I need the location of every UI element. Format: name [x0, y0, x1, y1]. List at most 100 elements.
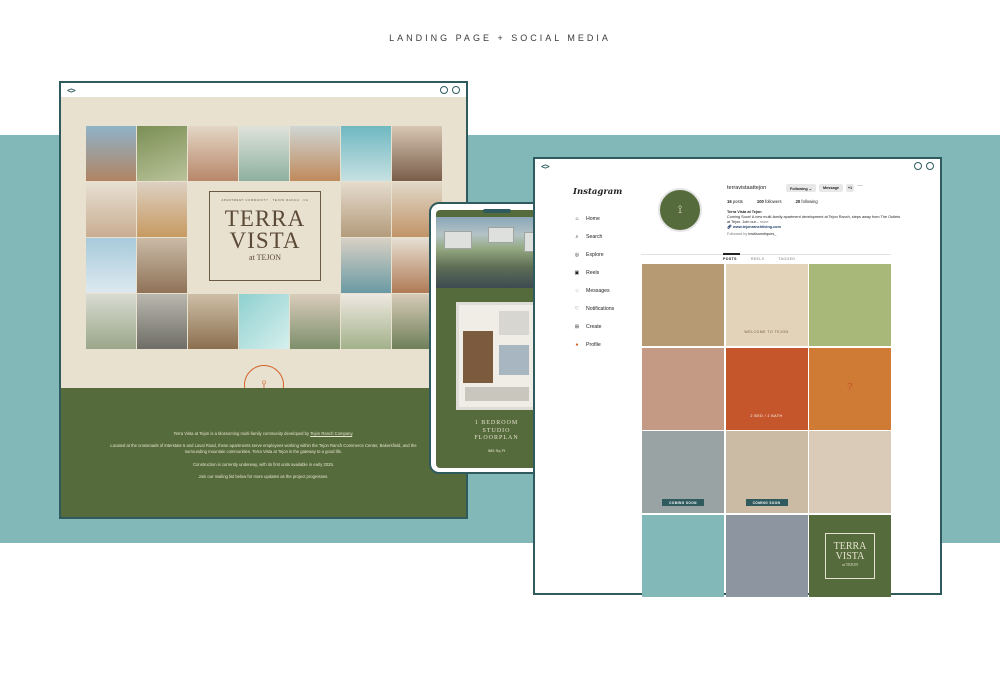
following-button[interactable]: Following ⌄	[786, 184, 816, 192]
post-tile-tree-graphic-tile[interactable]: COMING SOON	[725, 431, 808, 513]
post-tile-site-aerial-photo[interactable]: COMING SOON	[642, 431, 724, 513]
landing-page-browser: <> APARTMENT COMMUNITY · TEJON RANCH · C…	[59, 81, 468, 519]
nav-label: Messages	[586, 288, 610, 294]
post-tile-map-tile[interactable]	[809, 264, 891, 346]
collage-photo	[341, 294, 391, 349]
collage-photo	[341, 238, 391, 293]
plus-icon: ⊞	[574, 324, 580, 330]
floorplan-room	[499, 345, 529, 375]
nav-label: Search	[586, 234, 603, 240]
followers-count[interactable]: 100 followers	[757, 199, 782, 204]
post-tile-logo-tile[interactable]: TERRA VISTA at TEJON	[809, 514, 891, 597]
home-icon: ⌂	[575, 216, 579, 222]
followed-by: Followed by towilsonntiques_	[727, 232, 777, 236]
floorplan-image	[456, 302, 536, 410]
reels-icon: ▣	[574, 270, 580, 276]
bio-website-link[interactable]: 🔗︎ www.tejonranchliving.com	[727, 225, 902, 230]
collage-photo	[239, 294, 289, 349]
nav-label: Notifications	[586, 306, 615, 312]
post-tile-aerial-photo[interactable]	[725, 514, 808, 597]
heart-icon: ♡	[574, 306, 580, 312]
collage-photo	[86, 294, 136, 349]
nav-label: Create	[586, 324, 602, 330]
instagram-browser: <> Instagram ⌂ Home ⌕ Search ◎ Explore ▣ Reels ◌…	[533, 157, 942, 597]
intro-section: Terra Vista at Tejon is a blossoming mul…	[61, 388, 466, 517]
coming-soon-badge: COMING SOON	[745, 499, 788, 506]
circle-icon[interactable]	[914, 162, 922, 170]
compass-icon: ◎	[574, 252, 580, 258]
post-tile-dog-box-photo[interactable]: WELCOME TO TEJON	[725, 264, 808, 346]
collage-photo	[188, 294, 238, 349]
collage-photo	[137, 126, 187, 181]
terra-vista-logo: APARTMENT COMMUNITY · TEJON RANCH · CA T…	[209, 191, 321, 281]
bio-text: Coming Soon! A new multi-family apartmen…	[727, 215, 901, 224]
logo-tagline: APARTMENT COMMUNITY · TEJON RANCH · CA	[221, 198, 309, 202]
post-tile-interior-photo[interactable]	[809, 431, 891, 513]
circle-icon[interactable]	[440, 86, 448, 94]
floorplan-room	[463, 331, 493, 383]
post-tile-construction-photo[interactable]	[642, 264, 724, 346]
profile-tabs: POSTS REELS TAGGED	[723, 257, 795, 261]
message-button[interactable]: Message	[819, 184, 843, 192]
collage-photo	[392, 126, 442, 181]
profile-username: terravistaattejon	[727, 185, 767, 191]
phone-speaker	[483, 209, 511, 213]
active-tab-indicator	[723, 253, 740, 255]
intro-paragraph-1: Terra Vista at Tejon is a blossoming mul…	[173, 431, 354, 436]
post-caption: 2 BED / 2 BATH	[750, 413, 783, 418]
code-icon: <>	[541, 161, 550, 171]
nav-item-reels[interactable]: ▣ Reels	[573, 264, 653, 282]
floorplan-room	[499, 311, 529, 335]
suggest-button[interactable]: +⁠1	[846, 184, 854, 192]
collage-photo	[137, 238, 187, 293]
post-caption: ?	[846, 381, 854, 393]
profile-bio: Terra Vista at Tejon Coming Soon! A new …	[727, 210, 902, 237]
page-heading: LANDING PAGE + SOCIAL MEDIA	[389, 33, 611, 43]
nav-label: Reels	[586, 270, 600, 276]
circle-icon[interactable]	[926, 162, 934, 170]
tab-posts[interactable]: POSTS	[723, 257, 737, 261]
hero-section: APARTMENT COMMUNITY · TEJON RANCH · CA T…	[61, 97, 466, 405]
floorplan-room	[465, 387, 529, 401]
post-tile-floorplan-mystery-tile[interactable]: ?	[809, 347, 891, 430]
collage-photo	[239, 126, 289, 181]
collage-photo	[290, 126, 340, 181]
messages-icon: ◌	[575, 288, 579, 294]
nav-label: Profile	[586, 342, 601, 348]
posts-count: 16 posts	[727, 199, 743, 204]
post-tile-floorplan-orange-tile[interactable]: 2 BED / 2 BATH	[725, 347, 808, 430]
collage-photo	[290, 294, 340, 349]
tejon-ranch-link[interactable]: Tejon Ranch Company	[310, 431, 352, 436]
intro-paragraph-3: Construction is currently underway, with…	[193, 462, 334, 467]
browser-chrome: <>	[535, 159, 940, 173]
logo-word-vista: VISTA	[229, 228, 301, 253]
nav-item-notifications[interactable]: ♡ Notifications	[573, 300, 653, 318]
following-count[interactable]: 20 following	[796, 199, 818, 204]
logo-word-terra: TERRA	[224, 206, 306, 231]
render-building	[488, 227, 514, 243]
collage-photo	[188, 126, 238, 181]
tab-reels[interactable]: REELS	[751, 257, 764, 261]
collage-photo	[137, 294, 187, 349]
bio-more-link[interactable]: more	[760, 220, 769, 224]
post-caption: WELCOME TO TEJON	[744, 330, 789, 334]
post-tile-woman-laptop-tile[interactable]	[642, 514, 724, 597]
profile-header: ⟟ terravistaattejon Following ⌄ Message …	[641, 183, 903, 259]
collage-photo	[341, 182, 391, 237]
nav-label: Home	[586, 216, 600, 222]
post-tile-child-camera-photo[interactable]	[642, 347, 724, 430]
posts-grid: WELCOME TO TEJON 2 BED / 2 BATH? COMING SO…	[642, 264, 891, 597]
profile-avatar[interactable]: ⟟	[658, 188, 702, 232]
nav-item-messages[interactable]: ◌ Messages	[573, 282, 653, 300]
collage-photo	[137, 182, 187, 237]
browser-chrome: <>	[61, 83, 466, 97]
tab-tagged[interactable]: TAGGED	[778, 257, 795, 261]
coming-soon-badge: COMING SOON	[662, 499, 704, 506]
code-icon: <>	[67, 85, 76, 95]
nav-item-profile[interactable]: ● Profile	[573, 336, 653, 354]
terra-vista-logo: TERRA VISTA at TEJON	[825, 532, 875, 579]
logo-at-tejon: at TEJON	[248, 253, 282, 262]
more-options-icon[interactable]: ···	[857, 183, 863, 189]
circle-icon[interactable]	[452, 86, 460, 94]
nav-item-create[interactable]: ⊞ Create	[573, 318, 653, 336]
